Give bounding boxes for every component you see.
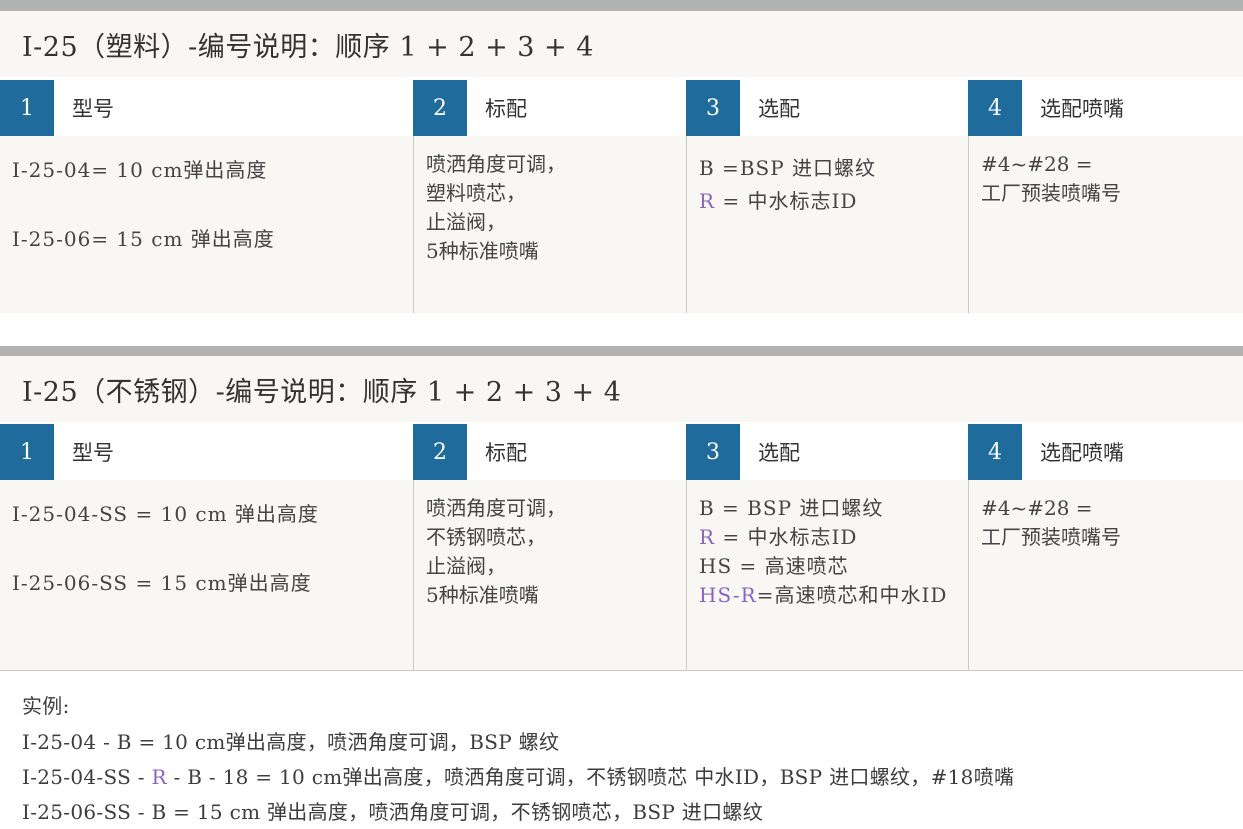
section1-header-standard: 2 标配 [413, 80, 686, 136]
section1-number-badge-4: 4 [968, 80, 1022, 136]
standard-line: 止溢阀， [426, 210, 506, 234]
standard-line: 5种标准喷嘴 [426, 239, 539, 263]
nozzle-line: 工厂预装喷嘴号 [981, 525, 1121, 549]
section2-header-standard: 2 标配 [413, 424, 686, 480]
section2-header-row: 1 型号 2 标配 3 选配 4 选配喷嘴 [0, 424, 1243, 480]
nozzle-line: 工厂预装喷嘴号 [981, 181, 1121, 205]
standard-line: 5种标准喷嘴 [426, 583, 539, 607]
section2-number-badge-4: 4 [968, 424, 1022, 480]
option-reclaimed: R = 中水标志ID [699, 185, 956, 218]
standard-line: 喷洒角度可调， [426, 496, 566, 520]
model-line: I-25-06-SS = 15 cm弹出高度 [12, 571, 312, 595]
section2-header-model: 1 型号 [0, 424, 413, 480]
section1-header-row: 1 型号 2 标配 3 选配 4 选配喷嘴 [0, 80, 1243, 136]
option-bsp: B = BSP 进口螺纹 [699, 496, 884, 520]
section2-header-label-options: 选配 [758, 441, 800, 465]
section1-header-label-standard: 标配 [485, 97, 527, 121]
option-code: R [699, 525, 716, 549]
section1-number-badge-1: 1 [0, 80, 54, 136]
section1-number-badge-3: 3 [686, 80, 740, 136]
section1-header-label-options: 选配 [758, 97, 800, 121]
option-text: = 中水标志ID [715, 525, 858, 549]
example-text: - B - 18 = 10 cm弹出高度，喷洒角度可调，不锈钢喷芯 中水ID，B… [166, 765, 1015, 789]
standard-line: 塑料喷芯， [426, 181, 526, 205]
section2-top-bar [0, 346, 1243, 356]
section1-number-badge-2: 2 [413, 80, 467, 136]
examples-label: 实例: [22, 694, 70, 718]
section1-header-nozzle: 4 选配喷嘴 [968, 80, 1243, 136]
section1-header-label-nozzle: 选配喷嘴 [1040, 97, 1124, 121]
model-line: I-25-06= 15 cm 弹出高度 [12, 227, 275, 251]
section1-header-label-model: 型号 [72, 97, 114, 121]
section2-header-label-model: 型号 [72, 441, 114, 465]
section2-body-row: I-25-04-SS = 10 cm 弹出高度 I-25-06-SS = 15 … [0, 480, 1243, 671]
section2-number-badge-2: 2 [413, 424, 467, 480]
section2-standard-cell: 喷洒角度可调， 不锈钢喷芯， 止溢阀， 5种标准喷嘴 [413, 480, 686, 670]
section1-title: I-25（塑料）-编号说明：顺序 1 + 2 + 3 + 4 [0, 11, 1243, 77]
section2-header-nozzle: 4 选配喷嘴 [968, 424, 1243, 480]
section2-header-label-standard: 标配 [485, 441, 527, 465]
standard-line: 止溢阀， [426, 554, 506, 578]
model-line: I-25-04= 10 cm弹出高度 [12, 158, 268, 182]
standard-line: 喷洒角度可调， [426, 152, 566, 176]
section1-options-cell: B =BSP 进口螺纹 R = 中水标志ID [686, 136, 968, 313]
section2-nozzle-cell: #4~#28 = 工厂预装喷嘴号 [968, 480, 1243, 670]
section2-title: I-25（不锈钢）-编号说明：顺序 1 + 2 + 3 + 4 [0, 356, 1243, 422]
section2-options-cell: B = BSP 进口螺纹 R = 中水标志ID HS = 高速喷芯 HS-R=高… [686, 480, 968, 670]
nozzle-line: #4~#28 = [981, 496, 1093, 520]
section1-top-bar [0, 0, 1243, 11]
section1-header-options: 3 选配 [686, 80, 968, 136]
option-code: R [699, 189, 716, 213]
standard-line: 不锈钢喷芯， [426, 525, 546, 549]
example-line-2: I-25-04-SS - R - B - 18 = 10 cm弹出高度，喷洒角度… [22, 761, 1014, 790]
option-high-speed: HS = 高速喷芯 [699, 554, 849, 578]
section2-number-badge-1: 1 [0, 424, 54, 480]
section2-number-badge-3: 3 [686, 424, 740, 480]
example-reclaimed-code: R [151, 765, 167, 789]
option-text: =高速喷芯和中水ID [756, 583, 948, 607]
section1-header-model: 1 型号 [0, 80, 413, 136]
example-line-3: I-25-06-SS - B = 15 cm 弹出高度，喷洒角度可调，不锈钢喷芯… [22, 800, 764, 824]
example-code: I-25-04-SS - [22, 765, 152, 789]
section2-model-cell: I-25-04-SS = 10 cm 弹出高度 I-25-06-SS = 15 … [0, 480, 413, 670]
option-text: = 中水标志ID [715, 189, 858, 213]
section1-standard-cell: 喷洒角度可调， 塑料喷芯， 止溢阀， 5种标准喷嘴 [413, 136, 686, 313]
section1-nozzle-cell: #4~#28 = 工厂预装喷嘴号 [968, 136, 1243, 313]
option-bsp: B =BSP 进口螺纹 [699, 156, 877, 180]
section1-model-cell: I-25-04= 10 cm弹出高度 I-25-06= 15 cm 弹出高度 [0, 136, 413, 313]
option-code: HS-R [699, 583, 757, 607]
option-reclaimed: R = 中水标志ID [699, 523, 956, 552]
model-line: I-25-04-SS = 10 cm 弹出高度 [12, 502, 319, 526]
section2-header-label-nozzle: 选配喷嘴 [1040, 441, 1124, 465]
example-line-1: I-25-04 - B = 10 cm弹出高度，喷洒角度可调，BSP 螺纹 [22, 730, 560, 754]
section1-body-row: I-25-04= 10 cm弹出高度 I-25-06= 15 cm 弹出高度 喷… [0, 136, 1243, 313]
section2-header-options: 3 选配 [686, 424, 968, 480]
option-high-speed-reclaimed: HS-R=高速喷芯和中水ID [699, 581, 956, 610]
nozzle-line: #4~#28 = [981, 152, 1093, 176]
